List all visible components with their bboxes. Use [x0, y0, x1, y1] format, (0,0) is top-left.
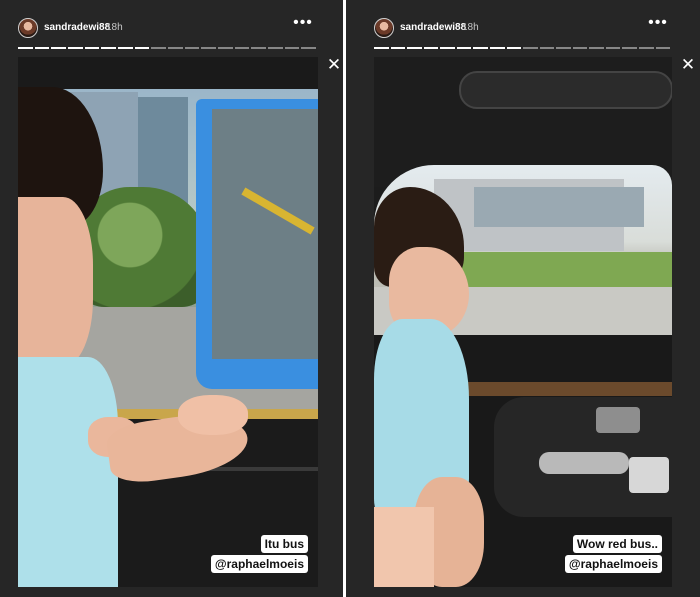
close-icon[interactable]: ✕	[326, 56, 342, 73]
progress-segment	[51, 47, 67, 49]
progress-segment	[589, 47, 604, 49]
story-progress-bar	[374, 47, 671, 49]
progress-segment	[473, 47, 488, 49]
progress-segment	[506, 47, 522, 49]
progress-segment	[489, 47, 505, 49]
caption-mention[interactable]: @raphaelmoeis	[564, 555, 662, 573]
progress-segment	[605, 47, 621, 49]
progress-segment	[84, 47, 100, 49]
progress-segment	[168, 47, 183, 49]
story-photo: Itu bus @raphaelmoeis	[18, 57, 318, 587]
story-header: sandradewi88 18h •••	[346, 10, 700, 46]
progress-segment	[572, 47, 588, 49]
story-header: sandradewi88 18h •••	[0, 10, 343, 46]
progress-segment	[151, 47, 167, 49]
progress-segment	[201, 47, 217, 49]
avatar[interactable]	[18, 18, 38, 38]
progress-segment	[556, 47, 571, 49]
avatar[interactable]	[374, 18, 394, 38]
story-panel-left: sandradewi88 18h ••• ✕ Itu bus @raphaelm…	[0, 0, 343, 597]
post-time: 18h	[106, 22, 123, 33]
progress-segment	[539, 47, 555, 49]
progress-segment	[655, 47, 671, 49]
progress-segment	[440, 47, 455, 49]
progress-segment	[390, 47, 406, 49]
progress-segment	[622, 47, 637, 49]
username[interactable]: sandradewi88	[44, 22, 110, 33]
more-horizontal-icon[interactable]: •••	[648, 15, 668, 33]
post-time: 18h	[462, 22, 479, 33]
progress-segment	[118, 47, 133, 49]
more-horizontal-icon[interactable]: •••	[293, 15, 313, 33]
progress-segment	[301, 47, 317, 49]
progress-segment	[134, 47, 150, 49]
username[interactable]: sandradewi88	[400, 22, 466, 33]
progress-segment	[284, 47, 300, 49]
story-progress-bar	[18, 47, 317, 49]
progress-segment	[184, 47, 200, 49]
story-caption: Wow red bus.. @raphaelmoeis	[564, 535, 662, 573]
progress-segment	[34, 47, 50, 49]
progress-segment	[101, 47, 117, 49]
progress-segment	[218, 47, 233, 49]
caption-text: Wow red bus..	[572, 535, 662, 553]
progress-segment	[407, 47, 422, 49]
caption-mention[interactable]: @raphaelmoeis	[210, 555, 308, 573]
progress-segment	[639, 47, 654, 49]
progress-segment	[18, 47, 33, 49]
story-photo: Wow red bus.. @raphaelmoeis	[374, 57, 672, 587]
progress-segment	[523, 47, 538, 49]
progress-segment	[251, 47, 267, 49]
progress-segment	[68, 47, 83, 49]
progress-segment	[423, 47, 439, 49]
progress-segment	[456, 47, 472, 49]
progress-segment	[374, 47, 389, 49]
story-caption: Itu bus @raphaelmoeis	[210, 535, 308, 573]
close-icon[interactable]: ✕	[680, 56, 696, 73]
progress-segment	[268, 47, 283, 49]
caption-text: Itu bus	[260, 535, 308, 553]
progress-segment	[234, 47, 250, 49]
